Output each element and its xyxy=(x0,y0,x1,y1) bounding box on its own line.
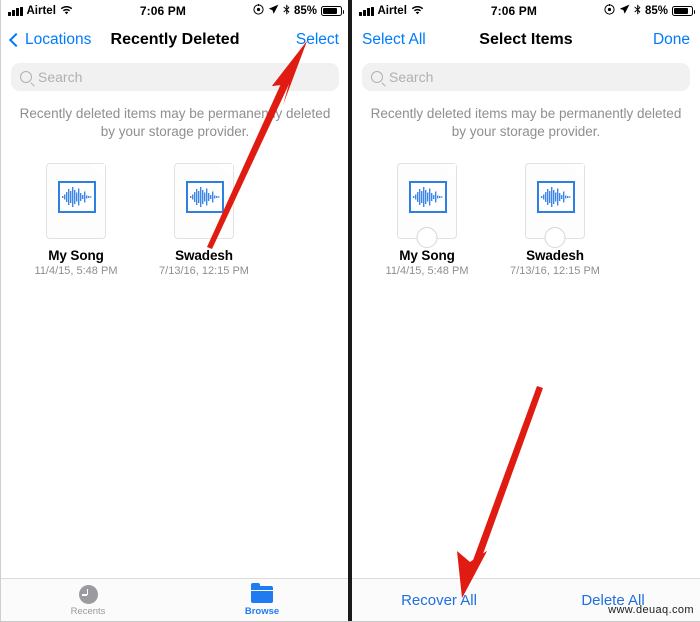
screenshot-stage: Airtel 7:06 PM 85% Locations Recently De… xyxy=(0,0,700,622)
select-all-button-label: Select All xyxy=(362,31,426,48)
audio-document-icon xyxy=(525,163,585,248)
search-icon xyxy=(371,71,383,83)
location-arrow-icon xyxy=(268,4,279,18)
battery-icon xyxy=(672,6,695,16)
status-bar-left-group: Airtel xyxy=(359,5,424,18)
done-button[interactable]: Done xyxy=(653,31,690,49)
clock-icon-wrap xyxy=(1,584,175,605)
phone-panel-left: Airtel 7:06 PM 85% Locations Recently De… xyxy=(0,0,349,622)
chevron-left-icon xyxy=(8,32,24,48)
folder-icon-wrap xyxy=(175,582,349,605)
file-grid-right: My Song 11/4/15, 5:48 PM Swadesh 7/13/16… xyxy=(352,141,700,277)
file-date: 11/4/15, 5:48 PM xyxy=(34,265,118,277)
file-date: 7/13/16, 12:15 PM xyxy=(159,265,249,277)
select-button[interactable]: Select xyxy=(296,31,339,49)
location-arrow-icon xyxy=(619,4,630,18)
file-date: 11/4/15, 5:48 PM xyxy=(385,265,469,277)
clock-label: 7:06 PM xyxy=(490,4,537,18)
back-button[interactable]: Locations xyxy=(8,31,92,49)
file-name: My Song xyxy=(48,248,104,263)
file-name: Swadesh xyxy=(526,248,584,263)
select-all-button[interactable]: Select All xyxy=(362,31,426,49)
deletion-notice-left: Recently deleted items may be permanentl… xyxy=(19,106,331,139)
rotation-lock-icon xyxy=(604,4,615,18)
audio-document-icon xyxy=(174,163,234,239)
nav-bar-left: Locations Recently Deleted Select xyxy=(1,22,349,58)
search-input-right[interactable]: Search xyxy=(362,63,690,91)
nav-bar-right: Select All Select Items Done xyxy=(352,22,700,58)
audio-document-icon xyxy=(46,163,106,239)
search-container-right: Search xyxy=(352,58,700,98)
tab-bar-left: Recents Browse xyxy=(1,578,349,622)
tab-recents[interactable]: Recents xyxy=(1,584,175,617)
carrier-label: Airtel xyxy=(26,5,56,17)
battery-icon xyxy=(321,6,344,16)
status-bar-right: Airtel 7:06 PM 85% xyxy=(352,0,700,22)
waveform-icon xyxy=(58,181,96,213)
status-bar-left: Airtel 7:06 PM 85% xyxy=(1,0,349,22)
search-container-left: Search xyxy=(1,58,349,98)
audio-document-icon xyxy=(397,163,457,248)
wifi-icon xyxy=(60,5,73,18)
bluetooth-icon xyxy=(634,4,641,18)
select-button-label: Select xyxy=(295,31,339,48)
battery-percent-label: 85% xyxy=(644,5,668,17)
search-icon xyxy=(20,71,32,83)
file-grid-left: My Song 11/4/15, 5:48 PM Swadesh 7/13/16… xyxy=(1,141,349,277)
file-item[interactable]: Swadesh 7/13/16, 12:15 PM xyxy=(151,163,257,277)
folder-icon xyxy=(251,582,273,603)
waveform-icon xyxy=(186,181,224,213)
tab-recents-label: Recents xyxy=(70,606,106,617)
file-name: My Song xyxy=(399,248,455,263)
phone-panel-right: Airtel 7:06 PM 85% Select All Select Ite… xyxy=(352,0,700,622)
page-fold-icon xyxy=(89,164,105,180)
selection-checkbox[interactable] xyxy=(544,227,566,248)
back-button-label: Locations xyxy=(25,31,92,48)
recover-all-button[interactable]: Recover All xyxy=(352,592,526,609)
deletion-notice-right: Recently deleted items may be permanentl… xyxy=(370,106,682,139)
carrier-label: Airtel xyxy=(377,5,407,17)
page-fold-icon xyxy=(217,164,233,180)
signal-bars-icon xyxy=(359,6,374,16)
page-fold-icon xyxy=(568,164,584,180)
file-item[interactable]: My Song 11/4/15, 5:48 PM xyxy=(23,163,129,277)
selection-checkbox[interactable] xyxy=(416,227,438,248)
rotation-lock-icon xyxy=(253,4,264,18)
battery-percent-label: 85% xyxy=(293,5,317,17)
waveform-icon xyxy=(537,181,575,213)
tab-browse[interactable]: Browse xyxy=(175,582,349,617)
search-input-left[interactable]: Search xyxy=(11,63,339,91)
done-button-label: Done xyxy=(652,31,690,48)
bluetooth-icon xyxy=(283,4,290,18)
signal-bars-icon xyxy=(8,6,23,16)
clock-icon xyxy=(78,585,98,604)
status-bar-right-group: 85% xyxy=(253,4,344,18)
file-name: Swadesh xyxy=(175,248,233,263)
page-fold-icon xyxy=(440,164,456,180)
tab-browse-label: Browse xyxy=(244,606,280,617)
site-watermark: www.deuaq.com xyxy=(608,604,694,616)
status-bar-left-group: Airtel xyxy=(8,5,73,18)
file-date: 7/13/16, 12:15 PM xyxy=(510,265,600,277)
clock-label: 7:06 PM xyxy=(139,4,186,18)
search-placeholder-left: Search xyxy=(38,69,83,85)
file-item[interactable]: Swadesh 7/13/16, 12:15 PM xyxy=(502,163,608,277)
waveform-icon xyxy=(409,181,447,213)
wifi-icon xyxy=(411,5,424,18)
search-placeholder-right: Search xyxy=(389,69,434,85)
file-item[interactable]: My Song 11/4/15, 5:48 PM xyxy=(374,163,480,277)
status-bar-right-group: 85% xyxy=(604,4,695,18)
